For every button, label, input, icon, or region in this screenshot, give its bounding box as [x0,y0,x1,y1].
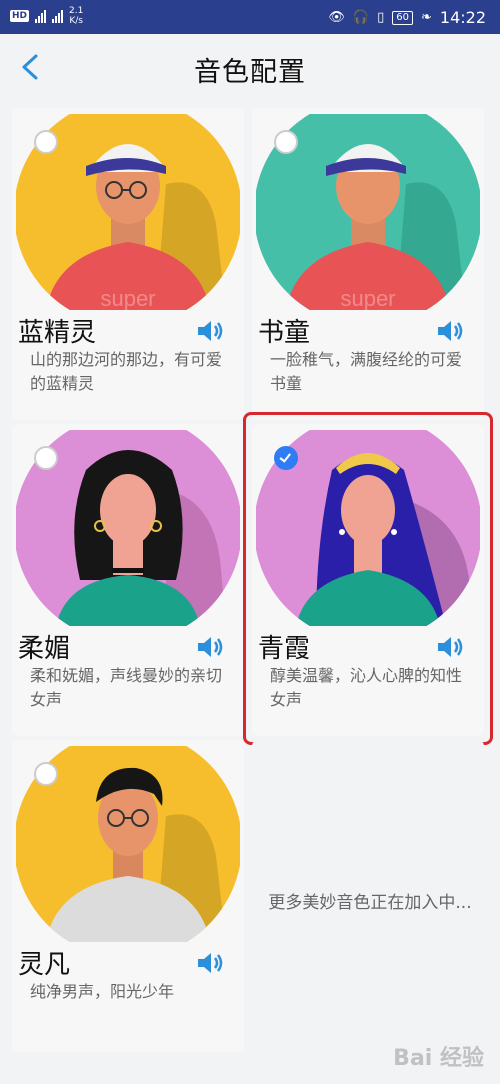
speaker-icon[interactable] [196,636,224,658]
vibrate-icon: ▯ [377,10,385,25]
select-radio[interactable] [34,446,58,470]
headphones-icon: 🎧 [352,10,370,25]
select-radio[interactable] [274,130,298,154]
more-voices-text: 更多美妙音色正在加入中... [268,893,472,913]
voice-description: 柔和妩媚，声线曼妙的亲切女声 [30,666,223,709]
voice-name: 柔媚 [18,634,71,664]
svg-text:super: super [340,286,395,310]
select-radio[interactable] [34,762,58,786]
select-radio[interactable] [34,130,58,154]
svg-text:super: super [100,286,155,310]
voice-description: 山的那边河的那边，有可爱的蓝精灵 [30,350,223,393]
battery-indicator: 60 [392,10,413,25]
voice-name: 书童 [258,318,311,348]
eye-icon: 👁 [328,10,345,25]
page-title: 音色配置 [194,57,306,88]
speaker-icon[interactable] [436,320,464,342]
voice-description: 纯净男声，阳光少年 [30,982,175,1001]
speaker-icon[interactable] [196,320,224,342]
clock: 14:22 [439,8,486,27]
voice-card-roumei[interactable]: 柔媚 柔和妩媚，声线曼妙的亲切女声 [12,424,244,736]
voice-description: 一脸稚气，满腹经纶的可爱书童 [270,350,463,393]
watermark: Bai 经验 [393,1046,484,1071]
voice-card-lanjingling[interactable]: super 蓝精灵 山的那边河的那边，有可爱的蓝精灵 [12,108,244,420]
signal-icon [35,9,47,23]
hd-icon: HD [10,10,30,22]
voice-card-lingfan[interactable]: 灵凡 纯净男声，阳光少年 [12,740,244,1052]
network-speed: 2.1 K/s [69,6,84,26]
voice-card-shutong[interactable]: super 书童 一脸稚气，满腹经纶的可爱书童 [252,108,484,420]
status-bar: HD 2.1 K/s 👁 🎧 ▯ 60 ❧ 14:22 [0,0,500,34]
voice-name: 灵凡 [18,950,71,980]
header: 音色配置 [0,34,500,100]
leaf-icon: ❧ [420,10,432,25]
voice-name: 蓝精灵 [18,318,97,348]
signal-icon-2 [52,9,64,23]
speaker-icon[interactable] [196,952,224,974]
selection-highlight [243,412,493,745]
